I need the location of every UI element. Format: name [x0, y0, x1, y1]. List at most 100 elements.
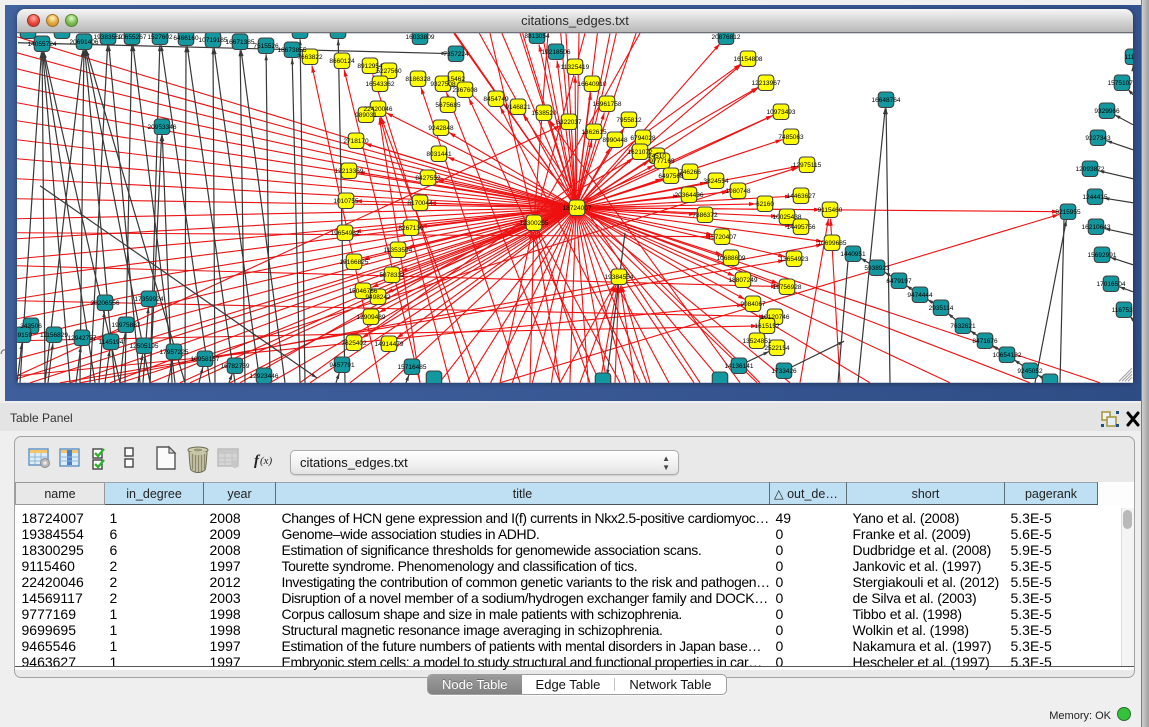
svg-text:12213369: 12213369 [335, 167, 364, 174]
svg-text:20953346: 20953346 [148, 123, 177, 130]
svg-text:16033809: 16033809 [406, 33, 435, 40]
svg-text:10120746: 10120746 [761, 313, 790, 320]
svg-text:13654923: 13654923 [780, 255, 809, 262]
svg-text:15692991: 15692991 [1088, 251, 1117, 258]
svg-text:9146821: 9146821 [505, 103, 531, 110]
svg-text:8454749: 8454749 [483, 95, 509, 102]
svg-text:6794028: 6794028 [630, 134, 656, 141]
svg-text:16961758: 16961758 [593, 100, 622, 107]
svg-text:16640910: 16640910 [578, 80, 607, 87]
svg-text:8031441: 8031441 [426, 150, 452, 157]
svg-text:5675685: 5675685 [435, 101, 461, 108]
svg-text:7886372: 7886372 [692, 211, 718, 218]
svg-text:9084067: 9084067 [740, 300, 766, 307]
svg-text:8813054: 8813054 [524, 33, 550, 40]
svg-text:14495756: 14495756 [787, 223, 816, 230]
svg-text:7357224: 7357224 [443, 50, 469, 57]
svg-text:19218506: 19218506 [542, 48, 571, 55]
svg-text:9227343: 9227343 [1085, 134, 1111, 141]
svg-text:6466160: 6466160 [173, 34, 199, 41]
svg-text:16648764: 16648764 [872, 96, 901, 103]
svg-text:1362615: 1362615 [581, 128, 607, 135]
svg-text:17957225: 17957225 [160, 348, 189, 355]
svg-text:8186328: 8186328 [405, 75, 431, 82]
svg-text:1010755: 1010755 [333, 197, 359, 204]
svg-text:8660124: 8660124 [329, 57, 355, 64]
svg-text:10719185: 10719185 [199, 36, 228, 43]
svg-text:2935114: 2935114 [929, 304, 954, 311]
svg-text:19654982: 19654982 [331, 229, 360, 236]
svg-text:8215955: 8215955 [1055, 208, 1081, 215]
svg-text:20364436: 20364436 [675, 191, 704, 198]
svg-text:17359924: 17359924 [135, 295, 164, 302]
svg-text:15720407: 15720407 [708, 233, 737, 240]
svg-text:7632621: 7632621 [950, 322, 976, 329]
svg-text:20876812: 20876812 [712, 33, 741, 40]
svg-text:19756928: 19756928 [773, 283, 802, 290]
svg-text:7515526: 7515526 [253, 42, 279, 49]
svg-text:8267130: 8267130 [398, 224, 424, 231]
svg-text:12213967: 12213967 [752, 79, 781, 86]
svg-text:39159: 39159 [17, 331, 32, 338]
svg-text:16210643: 16210643 [1082, 223, 1111, 230]
svg-text:19166825: 19166825 [340, 258, 369, 265]
svg-text:5938923: 5938923 [864, 264, 890, 271]
svg-text:2522154: 2522154 [764, 344, 790, 351]
svg-text:1080748: 1080748 [725, 187, 751, 194]
svg-text:7663822: 7663822 [297, 53, 323, 60]
svg-text:1145194: 1145194 [99, 338, 124, 345]
svg-text:10688609: 10688609 [717, 254, 746, 261]
svg-text:19384554: 19384554 [605, 273, 634, 280]
svg-text:16154808: 16154808 [734, 55, 763, 62]
svg-text:11353594: 11353594 [384, 246, 413, 253]
svg-text:20206556: 20206556 [91, 299, 120, 306]
svg-text:11325419: 11325419 [561, 63, 590, 70]
svg-text:13524851: 13524851 [743, 337, 772, 344]
svg-text:10655267: 10655267 [118, 33, 147, 40]
svg-text:14463627: 14463627 [787, 192, 816, 199]
svg-text:9457791: 9457791 [329, 361, 355, 368]
svg-text:12093872: 12093872 [1076, 165, 1105, 172]
svg-text:19975887: 19975887 [112, 321, 141, 328]
svg-text:8427552: 8427552 [415, 174, 441, 181]
svg-text:10654122: 10654122 [993, 351, 1022, 358]
svg-text:343506: 343506 [20, 322, 42, 329]
svg-text:10973493: 10973493 [767, 108, 796, 115]
svg-text:10958157: 10958157 [191, 355, 220, 362]
svg-text:17016504: 17016504 [1097, 280, 1126, 287]
svg-text:2718170: 2718170 [343, 137, 369, 144]
svg-text:16782759: 16782759 [221, 362, 250, 369]
svg-text:15716485: 15716485 [398, 363, 427, 370]
svg-text:1615152: 1615152 [754, 322, 780, 329]
svg-text:1733426: 1733426 [771, 367, 797, 374]
svg-text:18807249: 18807249 [729, 276, 758, 283]
svg-text:14136141: 14136141 [725, 362, 754, 369]
svg-text:18300295: 18300295 [520, 219, 549, 226]
svg-text:11156829: 11156829 [40, 331, 68, 338]
svg-text:9498242: 9498242 [365, 293, 391, 300]
svg-text:7625402: 7625402 [341, 339, 367, 346]
svg-text:12505195: 12505195 [130, 342, 159, 349]
svg-text:9115460: 9115460 [818, 206, 843, 213]
svg-text:1538520: 1538520 [531, 109, 557, 116]
svg-text:746266: 746266 [679, 168, 701, 175]
svg-text:14055724: 14055724 [28, 40, 57, 47]
svg-text:16543362: 16543362 [366, 80, 395, 87]
svg-text:1167533: 1167533 [1112, 306, 1133, 313]
svg-text:5878332: 5878332 [379, 271, 405, 278]
svg-text:9474444: 9474444 [907, 291, 933, 298]
svg-text:18673855: 18673855 [278, 46, 307, 53]
svg-text:(x): (x) [260, 455, 273, 467]
svg-text:15751074: 15751074 [1108, 79, 1133, 86]
svg-text:9242848: 9242848 [428, 124, 454, 131]
svg-text:10699685: 10699685 [818, 239, 847, 246]
svg-text:9245052: 9245052 [1017, 367, 1043, 374]
svg-text:1527602: 1527602 [147, 33, 173, 40]
svg-text:6479197: 6479197 [886, 277, 912, 284]
svg-text:7485063: 7485063 [778, 133, 804, 140]
svg-text:989031: 989031 [355, 111, 377, 118]
svg-text:10025438: 10025438 [773, 213, 802, 220]
svg-text:8471676: 8471676 [972, 337, 998, 344]
svg-text:62160: 62160 [756, 200, 774, 207]
svg-text:18724007: 18724007 [563, 204, 592, 211]
